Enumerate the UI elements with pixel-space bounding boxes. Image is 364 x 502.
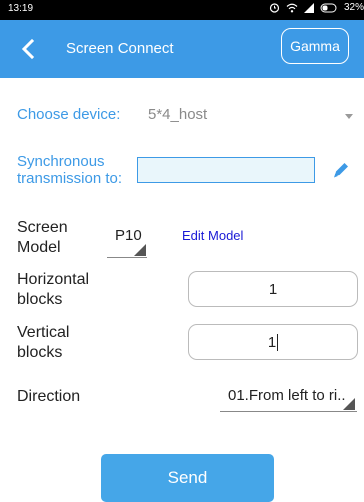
sync-transmission-label: Synchronous transmission to:: [17, 153, 122, 187]
pencil-icon[interactable]: [331, 160, 351, 180]
gamma-button[interactable]: Gamma: [281, 28, 349, 64]
horizontal-blocks-label: Horizontal blocks: [17, 270, 89, 310]
status-bar: 13:19 32%: [0, 0, 364, 20]
edit-model-link[interactable]: Edit Model: [182, 228, 243, 243]
vertical-blocks-label: Vertical blocks: [17, 323, 69, 363]
back-arrow-icon[interactable]: [18, 37, 40, 61]
screen-model-select[interactable]: P10: [115, 227, 142, 244]
vertical-label-line1: Vertical: [17, 324, 70, 341]
screen-model-label: Screen Model: [17, 218, 68, 258]
choose-device-label: Choose device:: [17, 106, 121, 123]
sync-label-line1: Synchronous: [17, 153, 105, 170]
device-select[interactable]: 5*4_host: [148, 106, 207, 123]
horizontal-blocks-input[interactable]: 1: [188, 271, 358, 307]
direction-select[interactable]: 01.From left to ri..: [228, 387, 346, 404]
screen-model-label-line2: Model: [17, 239, 61, 256]
wifi-icon: [286, 3, 298, 12]
horizontal-label-line1: Horizontal: [17, 271, 90, 288]
text-cursor: [277, 333, 279, 351]
vertical-blocks-value: 1: [267, 333, 277, 351]
vertical-label-line2: blocks: [17, 344, 63, 361]
vertical-blocks-input[interactable]: 1: [188, 324, 358, 360]
status-icons: 32%: [269, 2, 364, 13]
chevron-down-icon[interactable]: [345, 114, 353, 119]
horizontal-label-line2: blocks: [17, 291, 63, 308]
page-title: Screen Connect: [66, 40, 174, 57]
horizontal-blocks-value: 1: [268, 280, 278, 298]
signal-icon: [303, 2, 314, 13]
sync-label-line2: transmission to:: [17, 170, 123, 187]
battery-icon: [320, 3, 337, 12]
direction-label: Direction: [17, 388, 81, 405]
sync-transmission-input[interactable]: [137, 157, 315, 183]
dropdown-corner-icon[interactable]: [134, 244, 146, 256]
screen-model-label-line1: Screen: [17, 219, 68, 236]
alarm-icon: [269, 3, 280, 13]
app-header: Screen Connect Gamma: [0, 20, 364, 78]
status-time: 13:19: [8, 3, 34, 14]
dropdown-corner-icon[interactable]: [343, 398, 355, 410]
send-button[interactable]: Send: [101, 454, 274, 502]
battery-percent: 32%: [343, 2, 364, 13]
screen-model-underline: [107, 257, 147, 258]
direction-underline: [220, 411, 357, 412]
